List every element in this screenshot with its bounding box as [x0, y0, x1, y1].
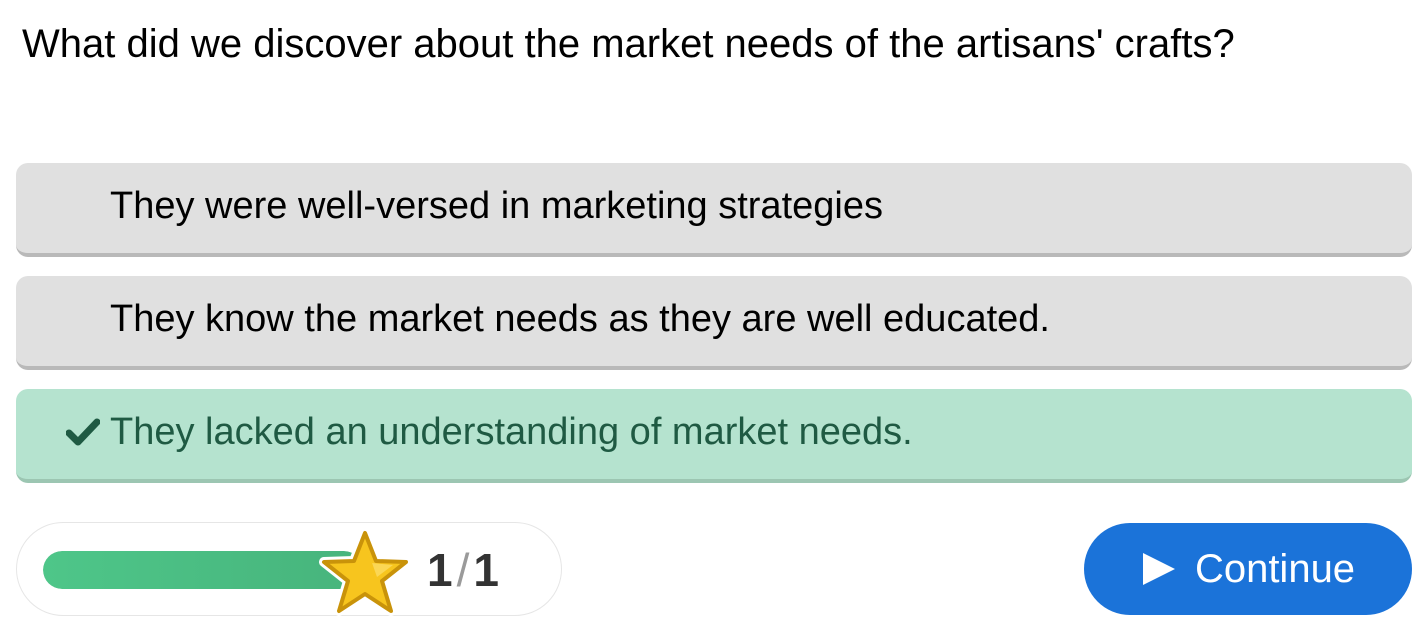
answer-option-3-correct[interactable]: They lacked an understanding of market n… [16, 389, 1412, 483]
progress-bar-fill [43, 551, 363, 589]
progress-panel: 1/1 [16, 522, 562, 616]
progress-bar [43, 551, 363, 589]
check-icon [66, 418, 100, 446]
continue-button-label: Continue [1194, 546, 1356, 591]
answer-option-2[interactable]: They know the market needs as they are w… [16, 276, 1412, 370]
play-icon [1142, 553, 1175, 585]
answer-option-label: They were well-versed in marketing strat… [110, 184, 883, 227]
progress-current: 1 [427, 544, 453, 596]
continue-button[interactable]: Continue [1084, 523, 1412, 615]
progress-total: 1 [473, 544, 499, 596]
answer-option-1[interactable]: They were well-versed in marketing strat… [16, 163, 1412, 257]
answer-option-label: They know the market needs as they are w… [110, 297, 1050, 340]
progress-score: 1/1 [427, 523, 499, 617]
answer-option-label: They lacked an understanding of market n… [110, 410, 913, 453]
star-icon [319, 529, 411, 616]
question-text: What did we discover about the market ne… [22, 22, 1235, 66]
progress-separator: / [456, 544, 470, 596]
